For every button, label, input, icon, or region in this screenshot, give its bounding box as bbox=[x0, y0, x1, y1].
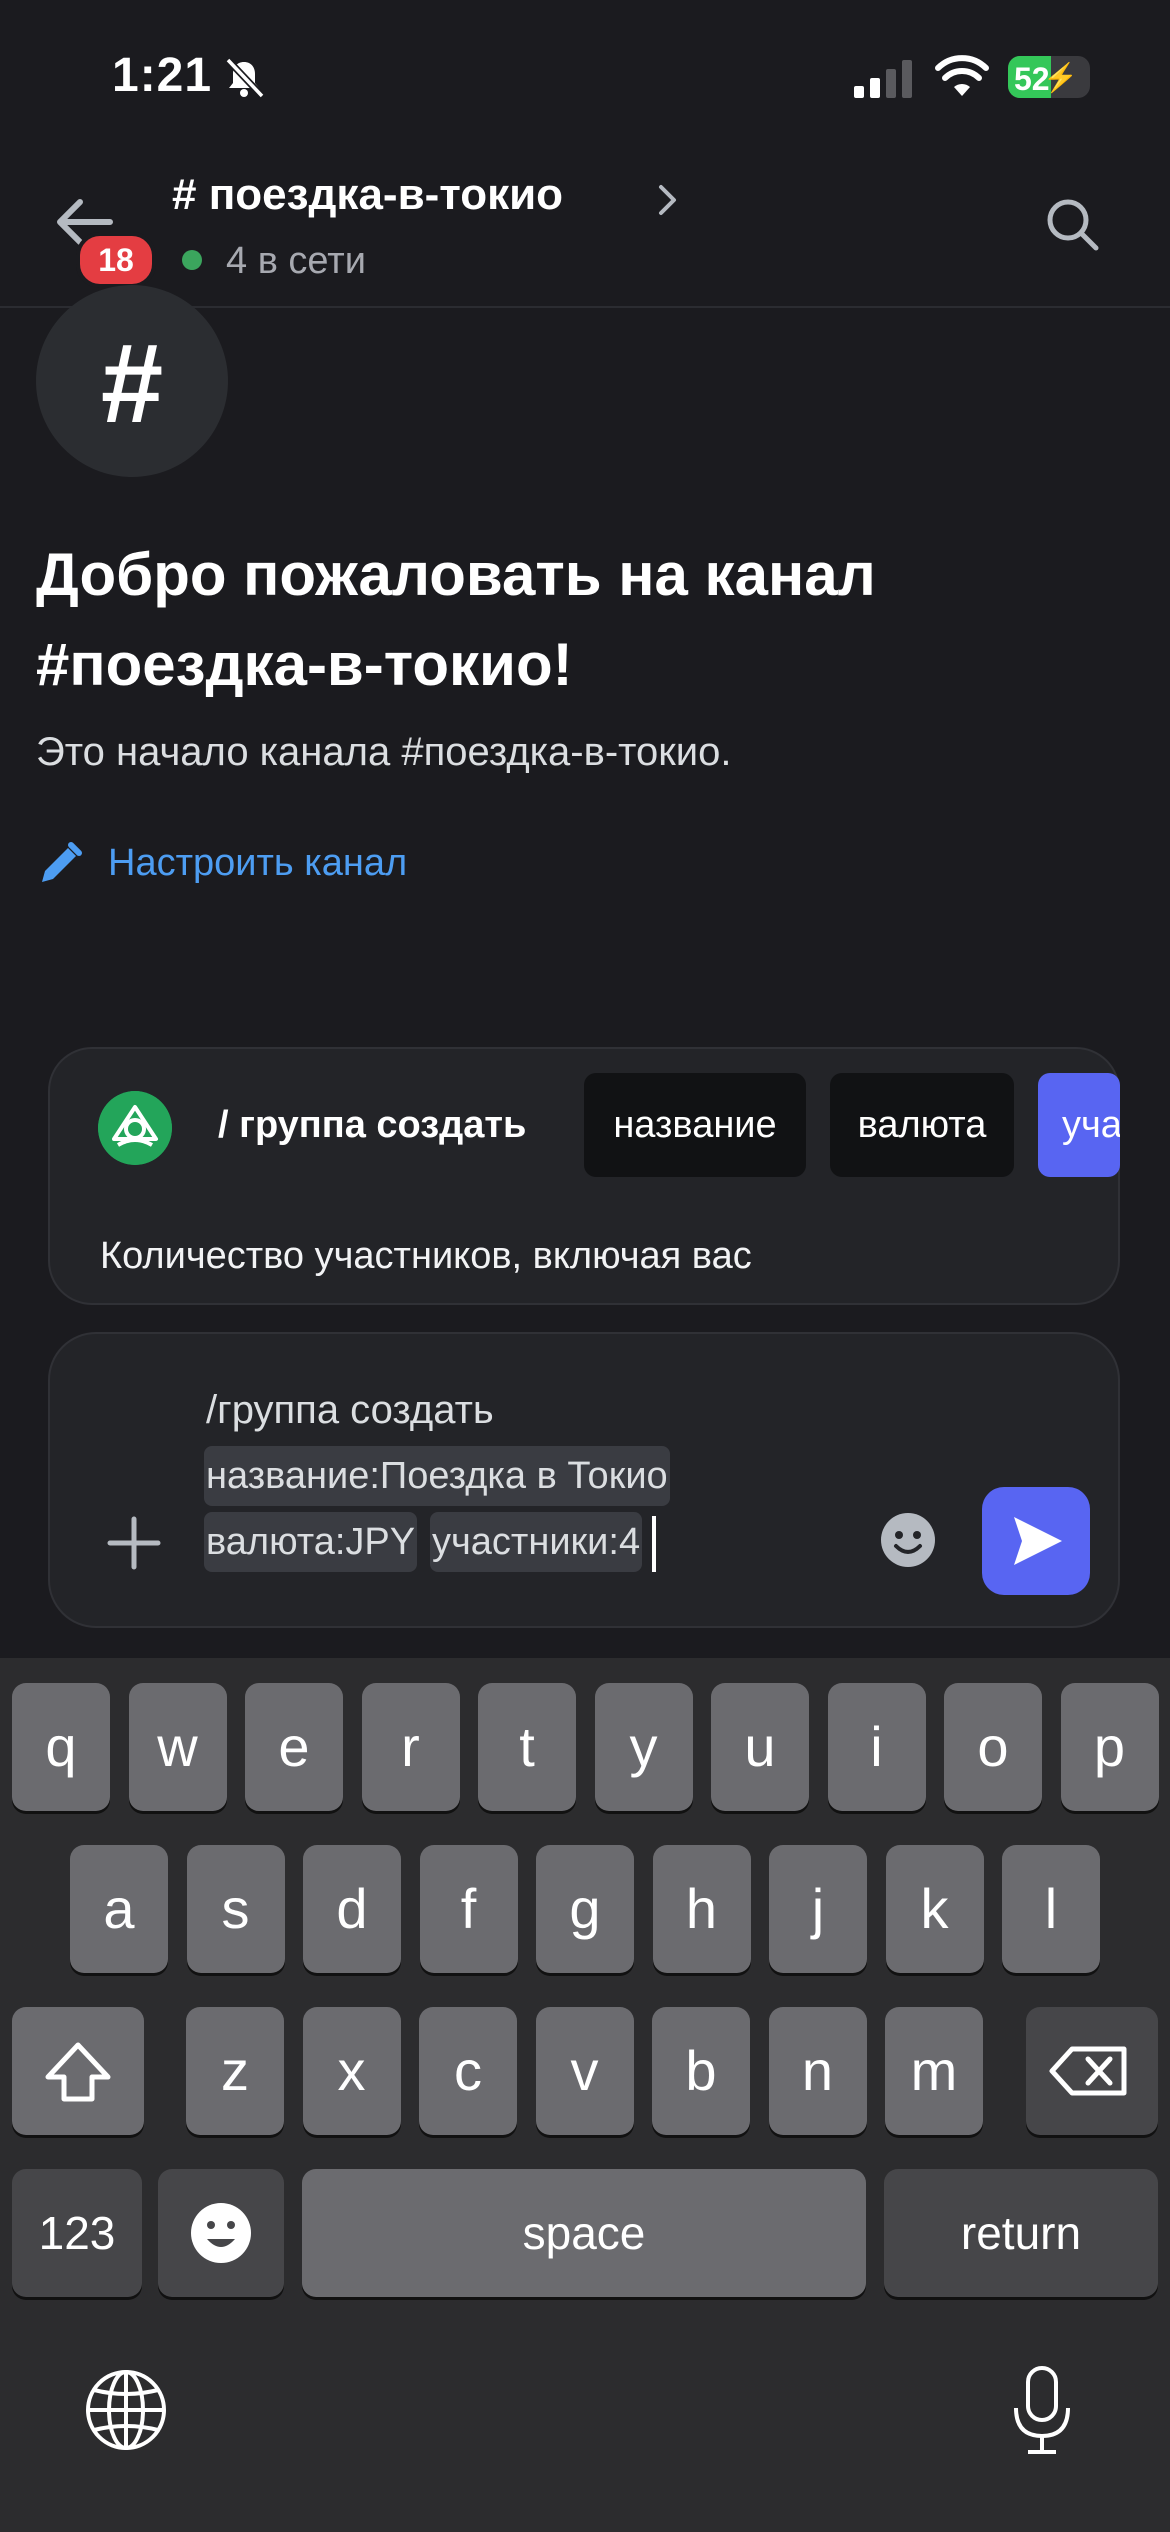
key-q-label: q bbox=[45, 1715, 77, 1778]
key-y[interactable]: y bbox=[594, 1683, 693, 1811]
key-g-label: g bbox=[569, 1877, 601, 1940]
key-t-label: t bbox=[519, 1715, 535, 1778]
key-r-label: r bbox=[401, 1715, 420, 1778]
configure-channel-link[interactable]: Настроить канал bbox=[108, 842, 407, 885]
key-l[interactable]: l bbox=[1002, 1845, 1100, 1973]
key-p[interactable]: p bbox=[1060, 1683, 1159, 1811]
chevron-right-icon[interactable] bbox=[656, 182, 680, 218]
hash-symbol: # bbox=[100, 321, 164, 446]
key-c-label: c bbox=[454, 2039, 482, 2102]
online-status-dot bbox=[182, 250, 202, 270]
key-p-label: p bbox=[1093, 1715, 1126, 1778]
input-param-currency[interactable]: валюта:JPY bbox=[204, 1512, 418, 1572]
key-y-label: y bbox=[629, 1715, 658, 1778]
key-i[interactable]: i bbox=[827, 1683, 926, 1811]
key-d-label: d bbox=[336, 1877, 368, 1940]
key-h[interactable]: h bbox=[652, 1845, 751, 1973]
key-d[interactable]: d bbox=[303, 1845, 401, 1973]
key-b[interactable]: b bbox=[652, 2007, 750, 2135]
command-name[interactable]: / группа создать bbox=[218, 1104, 526, 1147]
backspace-icon bbox=[1049, 2046, 1127, 2096]
key-l-label: l bbox=[1044, 1877, 1058, 1940]
space-key[interactable]: space bbox=[302, 2169, 866, 2297]
channel-title[interactable]: # поездка-в-токио bbox=[172, 170, 563, 220]
key-z-label: z bbox=[221, 2039, 249, 2102]
backspace-key[interactable] bbox=[1026, 2007, 1158, 2135]
key-v-label: v bbox=[570, 2039, 599, 2102]
globe-icon[interactable] bbox=[84, 2368, 168, 2452]
key-q[interactable]: q bbox=[12, 1683, 110, 1811]
welcome-subtitle: Это начало канала #поездка-в-токио. bbox=[36, 730, 732, 774]
unread-badge: 18 bbox=[76, 232, 156, 288]
key-t[interactable]: t bbox=[478, 1683, 576, 1811]
key-f[interactable]: f bbox=[419, 1845, 518, 1973]
key-e-label: e bbox=[278, 1715, 310, 1778]
online-count: 4 в сети bbox=[226, 240, 366, 282]
option-chip-name[interactable]: название bbox=[584, 1073, 806, 1177]
app-icon bbox=[98, 1091, 172, 1165]
key-u[interactable]: u bbox=[711, 1683, 809, 1811]
key-w-label: w bbox=[157, 1715, 198, 1778]
key-n[interactable]: n bbox=[768, 2007, 867, 2135]
key-s-label: s bbox=[221, 1877, 250, 1940]
key-a[interactable]: a bbox=[70, 1845, 168, 1973]
key-u-label: u bbox=[744, 1715, 776, 1778]
emoji-key-icon bbox=[191, 2203, 251, 2263]
numbers-key-label: 123 bbox=[38, 2207, 116, 2259]
key-m-label: m bbox=[910, 2039, 958, 2102]
key-x-label: x bbox=[337, 2039, 366, 2102]
status-time: 1:21 bbox=[112, 49, 213, 102]
key-b-label: b bbox=[685, 2039, 717, 2102]
option-chip-currency[interactable]: валюта bbox=[830, 1073, 1014, 1177]
shift-key[interactable] bbox=[12, 2007, 144, 2135]
key-f-label: f bbox=[460, 1877, 477, 1940]
key-c[interactable]: c bbox=[419, 2007, 517, 2135]
mic-icon[interactable] bbox=[1010, 2364, 1074, 2458]
key-j[interactable]: j bbox=[769, 1845, 867, 1973]
key-g[interactable]: g bbox=[536, 1845, 634, 1973]
bell-slash-icon bbox=[225, 57, 265, 99]
send-button[interactable] bbox=[982, 1487, 1090, 1595]
key-k[interactable]: k bbox=[885, 1845, 984, 1973]
emoji-icon[interactable] bbox=[880, 1512, 936, 1568]
key-m[interactable]: m bbox=[885, 2007, 983, 2135]
return-key[interactable]: return bbox=[884, 2169, 1158, 2297]
key-j-label: j bbox=[811, 1877, 825, 1940]
key-v[interactable]: v bbox=[535, 2007, 634, 2135]
charging-bolt-icon: ⚡ bbox=[1043, 62, 1078, 93]
emoji-key[interactable] bbox=[158, 2169, 284, 2297]
key-z[interactable]: z bbox=[186, 2007, 284, 2135]
input-param-members[interactable]: участники:4 bbox=[430, 1512, 643, 1572]
key-w[interactable]: w bbox=[128, 1683, 227, 1811]
space-key-label: space bbox=[522, 2207, 646, 2259]
option-description: Количество участников, включая вас bbox=[100, 1235, 752, 1277]
key-o-label: o bbox=[977, 1715, 1009, 1778]
key-a-label: a bbox=[103, 1877, 135, 1940]
text-caret bbox=[652, 1516, 656, 1572]
plus-icon[interactable] bbox=[106, 1515, 162, 1571]
key-e[interactable]: e bbox=[245, 1683, 343, 1811]
shift-icon bbox=[45, 2042, 111, 2102]
pencil-icon[interactable] bbox=[36, 840, 84, 888]
channel-hash-icon: # bbox=[36, 285, 228, 477]
battery-icon: 52 ⚡ bbox=[1008, 56, 1090, 98]
key-r[interactable]: r bbox=[361, 1683, 460, 1811]
key-x[interactable]: x bbox=[302, 2007, 401, 2135]
send-icon bbox=[1014, 1517, 1062, 1565]
key-h-label: h bbox=[685, 1877, 718, 1940]
option-chip-members[interactable]: участники bbox=[1038, 1073, 1120, 1177]
wifi-icon bbox=[935, 55, 989, 96]
key-i-label: i bbox=[870, 1715, 883, 1778]
numbers-key[interactable]: 123 bbox=[12, 2169, 142, 2297]
search-icon[interactable] bbox=[1044, 196, 1100, 252]
return-key-label: return bbox=[960, 2207, 1082, 2259]
key-n-label: n bbox=[801, 2039, 834, 2102]
key-k-label: k bbox=[920, 1877, 949, 1940]
input-param-name[interactable]: название:Поездка в Токио bbox=[204, 1446, 670, 1506]
input-command-text: /группа создать bbox=[206, 1388, 494, 1432]
key-s[interactable]: s bbox=[186, 1845, 285, 1973]
welcome-title: Добро пожаловать на канал #поездка-в-ток… bbox=[36, 541, 876, 698]
key-o[interactable]: o bbox=[944, 1683, 1042, 1811]
signal-icon bbox=[854, 60, 912, 98]
